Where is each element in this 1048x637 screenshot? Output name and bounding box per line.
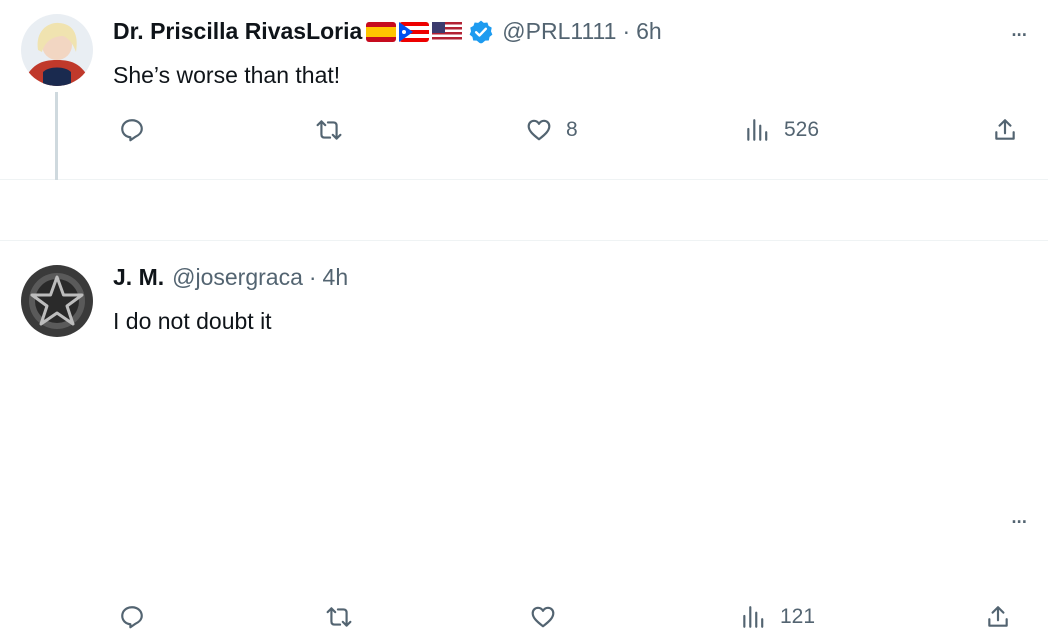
- share-button[interactable]: [992, 110, 1018, 150]
- views-chart-icon: [743, 606, 764, 628]
- tweet-actions: 121: [0, 597, 1048, 637]
- spain-flag-icon: [366, 21, 397, 42]
- retweet-button[interactable]: [316, 110, 356, 150]
- like-button[interactable]: [530, 597, 570, 637]
- views-count: 121: [780, 605, 816, 628]
- heart-icon: [527, 119, 551, 141]
- display-name[interactable]: Dr. Priscilla RivasLoria: [113, 18, 362, 45]
- puerto-rico-flag-icon: [399, 21, 430, 42]
- share-button[interactable]: [985, 597, 1011, 637]
- heart-icon: [531, 606, 555, 628]
- usa-flag-icon: [432, 21, 463, 42]
- share-icon: [995, 119, 1015, 140]
- retweet-icon: [316, 120, 342, 140]
- reply-icon: [121, 119, 143, 142]
- retweet-button[interactable]: [326, 597, 366, 637]
- reply-button[interactable]: [119, 110, 159, 150]
- user-handle[interactable]: @josergraca: [172, 264, 303, 291]
- reply-icon: [121, 606, 143, 629]
- name-flags: [366, 21, 463, 42]
- tweet-header: J. M. @josergraca · 4h: [113, 264, 348, 291]
- views-button[interactable]: 526: [744, 110, 819, 150]
- like-button[interactable]: 8: [526, 110, 578, 150]
- separator-dot: ·: [308, 264, 317, 290]
- views-button[interactable]: 121: [740, 597, 815, 637]
- avatar[interactable]: [21, 265, 93, 337]
- user-handle[interactable]: @PRL1111: [502, 18, 616, 45]
- separator-dot: ·: [622, 18, 631, 44]
- views-count: 526: [784, 118, 820, 141]
- share-icon: [988, 606, 1008, 627]
- more-options-icon[interactable]: ...: [1010, 501, 1028, 527]
- verified-badge-icon: [469, 20, 493, 43]
- tweet-actions: 8 526: [0, 110, 1048, 150]
- reply-button[interactable]: [119, 597, 159, 637]
- tweet-time[interactable]: 6h: [636, 18, 662, 45]
- tweet-time[interactable]: 4h: [323, 264, 349, 291]
- display-name[interactable]: J. M.: [113, 264, 164, 291]
- views-chart-icon: [747, 119, 768, 141]
- more-options-icon[interactable]: ...: [1010, 14, 1028, 40]
- gap: [0, 180, 1048, 240]
- tweet-header: Dr. Priscilla RivasLoria @PRL1111 · 6h: [113, 18, 662, 45]
- tweet-text: She’s worse than that!: [113, 62, 341, 88]
- avatar[interactable]: [21, 14, 93, 86]
- like-count: 8: [566, 118, 578, 141]
- tweet-text: I do not doubt it: [113, 308, 272, 334]
- retweet-icon: [326, 607, 352, 627]
